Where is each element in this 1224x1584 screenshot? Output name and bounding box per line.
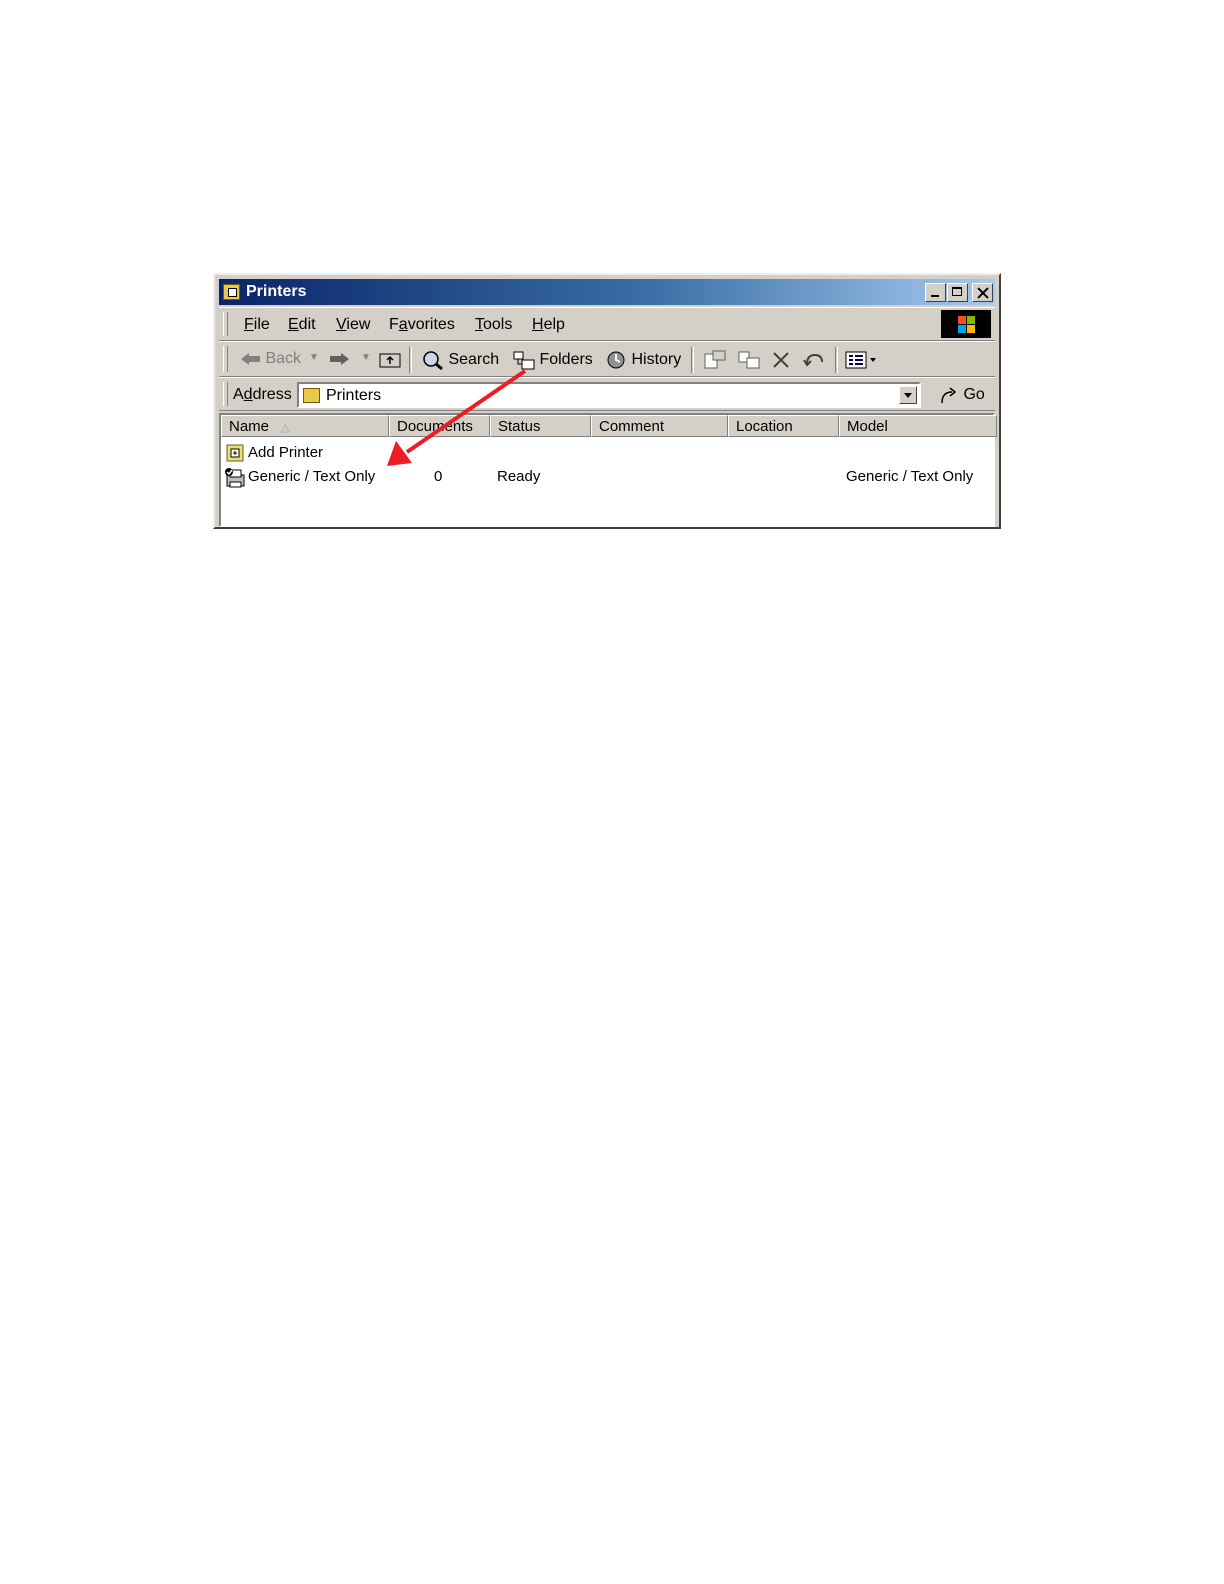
annotation-arrow-line [405, 369, 527, 454]
annotation-arrow [387, 369, 527, 466]
